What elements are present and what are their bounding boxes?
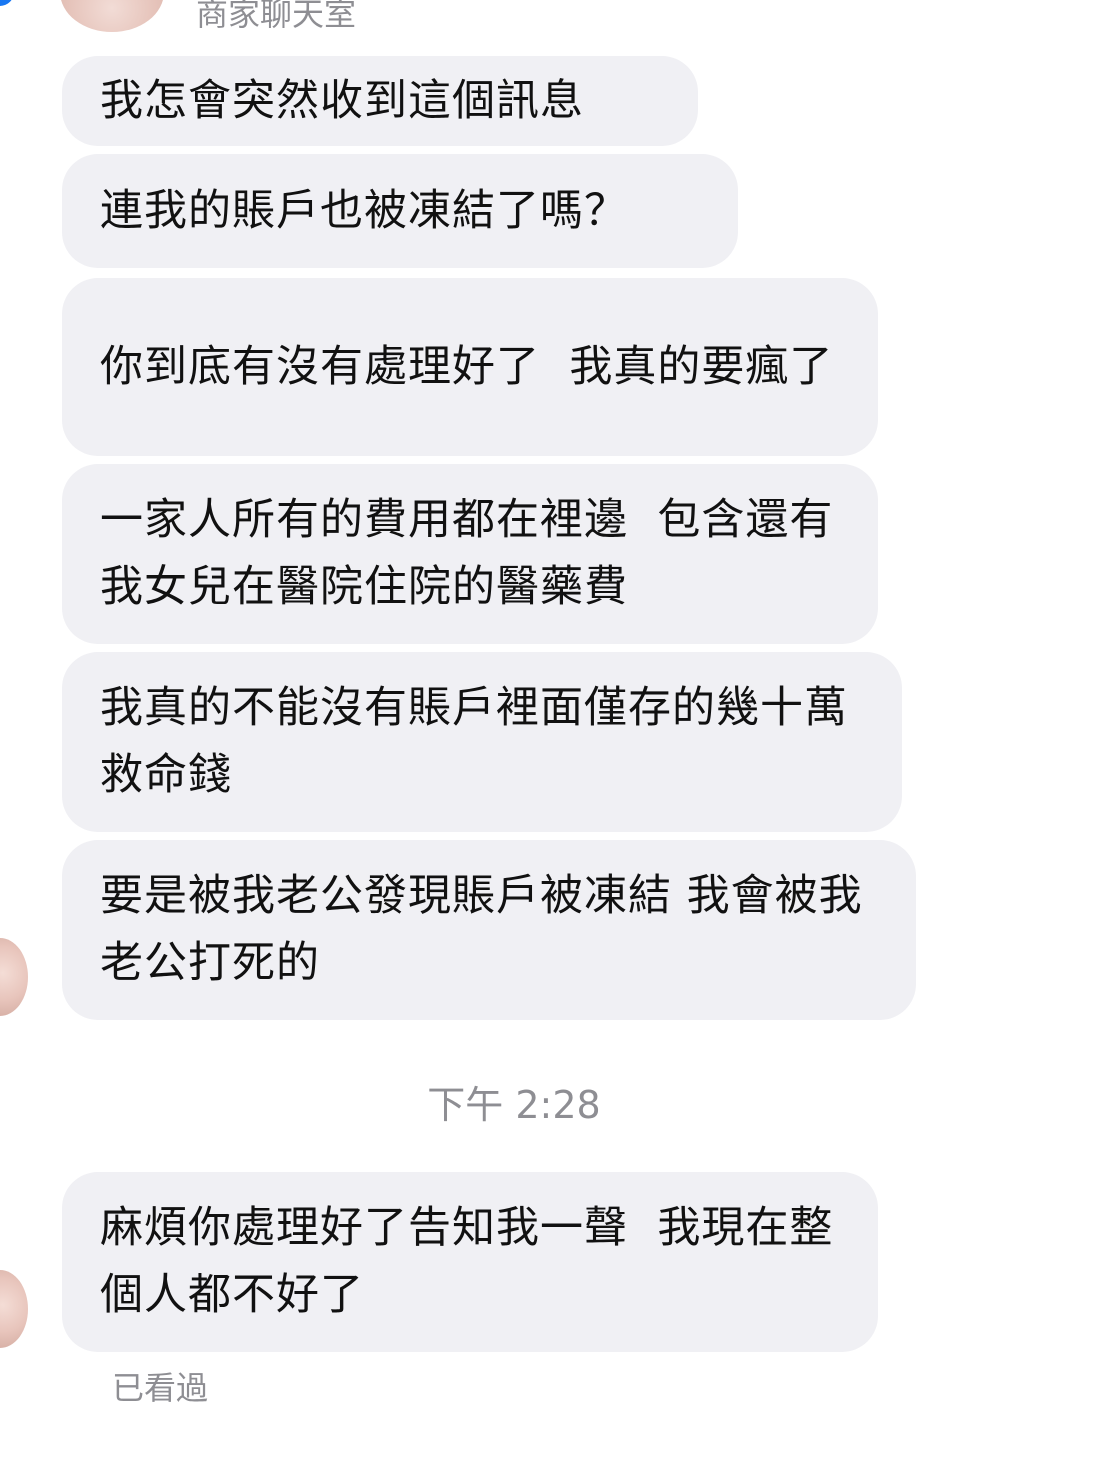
timestamp: 下午 2:28 (427, 1083, 601, 1127)
message-bubble[interactable]: 要是被我老公發現賬戶被凍結 我會被我老公打死的 (62, 840, 916, 1020)
message-text: 麻煩你處理好了告知我一聲 我現在整個人都不好了 (100, 1203, 834, 1320)
message-bubble[interactable]: 你到底有沒有處理好了 我真的要瘋了 (62, 278, 878, 456)
message-bubble[interactable]: 我真的不能沒有賬戶裡面僅存的幾十萬救命錢 (62, 652, 902, 832)
chat-title[interactable]: 商家聊天室 (196, 0, 356, 34)
message-bubble[interactable]: 麻煩你處理好了告知我一聲 我現在整個人都不好了 (62, 1172, 878, 1352)
sender-avatar[interactable] (0, 938, 28, 1016)
message-text: 一家人所有的費用都在裡邊 包含還有我女兒在醫院住院的醫藥費 (100, 495, 834, 612)
chat-screen: 商家聊天室 我怎會突然收到這個訊息 連我的賬戶也被凍結了嗎？ 你到底有沒有處理好… (0, 0, 1112, 1472)
message-text: 連我的賬戶也被凍結了嗎？ (100, 185, 628, 236)
read-receipt: 已看過 (112, 1369, 209, 1407)
sender-avatar[interactable] (0, 1270, 28, 1348)
message-bubble[interactable]: 連我的賬戶也被凍結了嗎？ (62, 154, 738, 268)
contact-avatar[interactable] (60, 0, 164, 32)
message-bubble[interactable]: 一家人所有的費用都在裡邊 包含還有我女兒在醫院住院的醫藥費 (62, 464, 878, 644)
message-text: 我真的不能沒有賬戶裡面僅存的幾十萬救命錢 (100, 683, 848, 800)
message-text: 要是被我老公發現賬戶被凍結 我會被我老公打死的 (100, 871, 863, 988)
chat-header: 商家聊天室 (0, 0, 1112, 34)
message-text: 你到底有沒有處理好了 我真的要瘋了 (100, 341, 834, 392)
status-dot-icon (0, 0, 14, 6)
message-text: 我怎會突然收到這個訊息 (100, 75, 584, 126)
message-bubble[interactable]: 我怎會突然收到這個訊息 (62, 56, 698, 146)
